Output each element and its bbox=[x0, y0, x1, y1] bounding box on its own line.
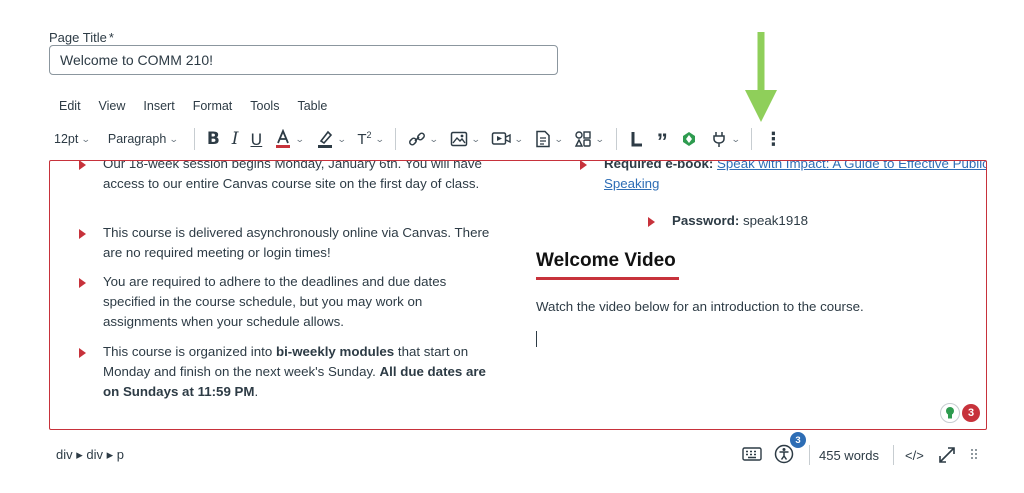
superscript-button[interactable]: T2 ⌄ bbox=[351, 126, 389, 152]
bullet-marker-icon bbox=[79, 161, 86, 170]
resize-handle-icon[interactable] bbox=[970, 448, 978, 462]
toolbar-divider bbox=[395, 128, 397, 150]
apps-button[interactable]: ⌄ bbox=[568, 126, 610, 152]
font-size-value: 12pt bbox=[54, 132, 79, 146]
chevron-down-icon: ⌄ bbox=[169, 133, 179, 144]
bold-button[interactable]: B bbox=[201, 126, 226, 152]
rich-content-editor[interactable]: Our 18-week session begins Monday, Janua… bbox=[49, 160, 987, 430]
page-title-label: Page Title * bbox=[49, 30, 114, 45]
underline-icon: U bbox=[250, 129, 263, 149]
floating-a11y-badge[interactable]: 3 bbox=[940, 403, 980, 423]
toolbar-divider bbox=[615, 128, 617, 150]
chevron-down-icon: ⌄ bbox=[514, 133, 524, 144]
text-color-icon bbox=[276, 129, 291, 148]
apps-icon bbox=[575, 131, 591, 147]
menu-format[interactable]: Format bbox=[184, 99, 242, 113]
editor-menubar: Edit View Insert Format Tools Table bbox=[50, 99, 336, 113]
menu-edit[interactable]: Edit bbox=[50, 99, 90, 113]
font-size-dropdown[interactable]: 12pt ⌄ bbox=[50, 132, 94, 146]
bold-icon: B bbox=[206, 129, 220, 149]
required-mark: * bbox=[108, 30, 114, 45]
bullet-marker-icon bbox=[580, 161, 587, 170]
italic-icon: I bbox=[231, 129, 239, 149]
italic-button[interactable]: I bbox=[226, 126, 245, 152]
status-divider bbox=[893, 445, 894, 465]
fullscreen-icon[interactable] bbox=[937, 445, 957, 465]
heading-underline bbox=[536, 277, 679, 280]
plug-icon bbox=[713, 132, 725, 147]
link-button[interactable]: ⌄ bbox=[402, 126, 444, 152]
chevron-down-icon: ⌄ bbox=[553, 133, 564, 144]
chevron-down-icon: ⌄ bbox=[81, 133, 92, 144]
plugin-green-button[interactable] bbox=[674, 126, 704, 152]
link-icon bbox=[409, 132, 426, 146]
editor-status-bar: div ▸ div ▸ p 3 455 words </> bbox=[49, 432, 987, 470]
word-count[interactable]: 455 words bbox=[819, 448, 879, 463]
list-item: This course is organized into bi-weekly … bbox=[79, 342, 498, 402]
video-intro-paragraph: Watch the video below for an introductio… bbox=[536, 299, 864, 314]
document-icon bbox=[535, 130, 550, 148]
media-button[interactable]: ⌄ bbox=[485, 126, 529, 152]
bullet-marker-icon bbox=[79, 278, 86, 288]
toolbar-divider bbox=[751, 128, 753, 150]
bullet-marker-icon bbox=[79, 229, 86, 239]
bullet-marker-icon bbox=[79, 348, 86, 358]
chevron-down-icon: ⌄ bbox=[730, 133, 741, 144]
image-icon bbox=[450, 131, 467, 147]
menu-table[interactable]: Table bbox=[288, 99, 336, 113]
more-vertical-icon: ⋮ bbox=[764, 129, 783, 149]
list-item: Our 18-week session begins Monday, Janua… bbox=[79, 161, 498, 194]
chevron-down-icon: ⌄ bbox=[295, 133, 305, 144]
mathtype-button[interactable] bbox=[623, 126, 651, 152]
password-value: speak1918 bbox=[742, 213, 809, 228]
media-icon bbox=[491, 132, 511, 145]
recycle-icon bbox=[682, 132, 695, 146]
chevron-down-icon: ⌄ bbox=[428, 133, 439, 144]
ebook-label: Required e-book: bbox=[604, 160, 714, 171]
document-button[interactable]: ⌄ bbox=[529, 126, 569, 152]
superscript-icon: T2 bbox=[357, 130, 372, 148]
keyboard-icon[interactable] bbox=[742, 446, 762, 462]
quote-icon: ” bbox=[656, 129, 668, 154]
mathtype-icon bbox=[631, 132, 642, 147]
chevron-down-icon: ⌄ bbox=[595, 133, 605, 144]
toolbar-divider bbox=[193, 128, 195, 150]
annotation-arrow-icon bbox=[745, 32, 777, 122]
status-divider bbox=[809, 445, 810, 465]
list-item: This course is delivered asynchronously … bbox=[79, 223, 498, 263]
list-item: Password: speak1918 bbox=[648, 211, 972, 231]
menu-insert[interactable]: Insert bbox=[134, 99, 183, 113]
block-format-value: Paragraph bbox=[107, 132, 167, 146]
accessibility-icon[interactable] bbox=[774, 444, 794, 464]
highlight-color-button[interactable]: ⌄ bbox=[310, 126, 352, 152]
welcome-video-heading: Welcome Video bbox=[536, 250, 676, 271]
text-color-button[interactable]: ⌄ bbox=[268, 126, 310, 152]
html-editor-toggle[interactable]: </> bbox=[905, 448, 924, 463]
chevron-down-icon: ⌄ bbox=[336, 133, 347, 144]
highlight-icon bbox=[317, 130, 332, 148]
list-item: Required e-book: Speak with Impact: A Gu… bbox=[580, 160, 986, 194]
bullet-marker-icon bbox=[648, 217, 655, 227]
text-cursor bbox=[536, 331, 537, 347]
underline-button[interactable]: U bbox=[245, 126, 269, 152]
a11y-issue-count-badge: 3 bbox=[790, 432, 806, 448]
chevron-down-icon: ⌄ bbox=[470, 133, 481, 144]
image-button[interactable]: ⌄ bbox=[444, 126, 486, 152]
menu-view[interactable]: View bbox=[90, 99, 135, 113]
plugin-tools-button[interactable]: ⌄ bbox=[704, 126, 746, 152]
menu-tools[interactable]: Tools bbox=[241, 99, 288, 113]
page-title-input[interactable] bbox=[49, 45, 558, 75]
blockquote-button[interactable]: ” bbox=[651, 126, 674, 154]
list-item: You are required to adhere to the deadli… bbox=[79, 272, 498, 332]
element-path[interactable]: div ▸ div ▸ p bbox=[56, 447, 124, 463]
floating-badge-count: 3 bbox=[962, 404, 980, 422]
block-format-dropdown[interactable]: Paragraph ⌄ bbox=[104, 132, 182, 146]
more-options-button[interactable]: ⋮ bbox=[758, 126, 788, 152]
password-label: Password: bbox=[672, 213, 740, 228]
lightbulb-icon bbox=[940, 403, 960, 423]
chevron-down-icon: ⌄ bbox=[374, 133, 385, 144]
editor-toolbar: 12pt ⌄ Paragraph ⌄ B I U ⌄ ⌄ T2 ⌄ ⌄ ⌄ ⌄ … bbox=[50, 126, 788, 154]
